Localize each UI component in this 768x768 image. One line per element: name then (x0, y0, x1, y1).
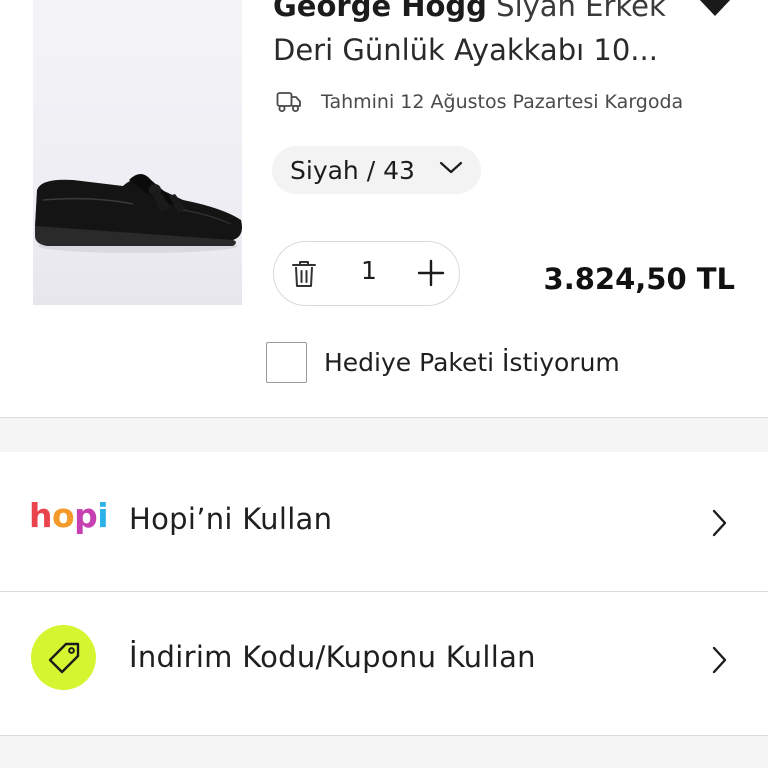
checkbox-box[interactable] (266, 342, 307, 383)
chevron-right-icon (712, 646, 727, 674)
gift-wrap-checkbox[interactable]: Hediye Paketi İstiyorum (266, 342, 620, 383)
cart-item: George Hogg Siyah Erkek Deri Günlük Ayak… (0, 0, 768, 418)
delivery-text: Tahmini 12 Ağustos Pazartesi Kargoda (321, 91, 684, 113)
heart-icon[interactable] (694, 0, 736, 18)
plus-icon[interactable] (417, 259, 445, 287)
tag-icon (31, 625, 96, 690)
delivery-estimate: Tahmini 12 Ağustos Pazartesi Kargoda (276, 86, 683, 118)
gift-wrap-label: Hediye Paketi İstiyorum (324, 348, 620, 377)
chevron-right-icon (712, 509, 727, 537)
trash-icon[interactable] (291, 260, 317, 288)
hopi-option-label: Hopi’ni Kullan (129, 502, 333, 536)
section-divider (0, 736, 768, 768)
product-image[interactable] (33, 0, 242, 305)
hopi-option-row[interactable]: hopi Hopi’ni Kullan (0, 452, 768, 592)
product-title[interactable]: George Hogg Siyah Erkek Deri Günlük Ayak… (273, 0, 673, 72)
quantity-value: 1 (361, 256, 377, 285)
section-divider (0, 418, 768, 452)
product-name-line2: Deri Günlük Ayakkabı 10... (273, 33, 658, 67)
coupon-option-row[interactable]: İndirim Kodu/Kuponu Kullan (0, 592, 768, 736)
quantity-stepper: 1 (273, 241, 460, 306)
product-brand: George Hogg (273, 0, 487, 23)
hopi-logo: hopi (29, 496, 109, 535)
truck-icon (276, 92, 301, 112)
variant-selector[interactable]: Siyah / 43 (272, 146, 481, 194)
chevron-down-icon (439, 161, 463, 174)
product-name-line1: Siyah Erkek (496, 0, 666, 23)
coupon-option-label: İndirim Kodu/Kuponu Kullan (129, 640, 536, 674)
shoe-illustration (35, 174, 242, 253)
product-price: 3.824,50 TL (543, 262, 735, 296)
variant-value: Siyah / 43 (290, 155, 415, 185)
